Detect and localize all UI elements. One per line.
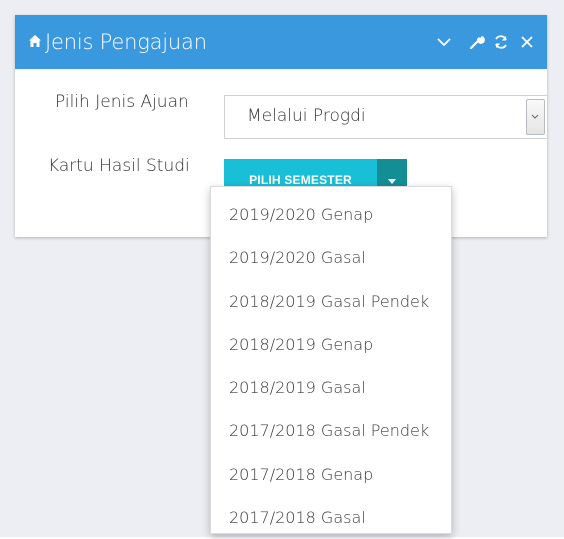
khs-label: Kartu Hasil Studi [48, 156, 190, 176]
jenis-ajuan-value: Melalui Progdi [247, 106, 366, 126]
chevron-down-icon[interactable] [435, 33, 453, 51]
jenis-ajuan-label: Pilih Jenis Ajuan [55, 92, 189, 112]
semester-option[interactable]: 2019/2020 Genap [211, 193, 451, 236]
semester-option[interactable]: 2018/2019 Gasal Pendek [211, 280, 451, 323]
semester-option[interactable]: 2017/2018 Gasal Pendek [211, 409, 451, 452]
semester-option[interactable]: 2018/2019 Genap [211, 323, 451, 366]
semester-dropdown-menu: 2019/2020 Genap 2019/2020 Gasal 2018/201… [210, 186, 452, 534]
semester-option[interactable]: 2017/2018 Genap [211, 453, 451, 496]
panel-header: Jenis Pengajuan [15, 15, 547, 69]
semester-option[interactable]: 2018/2019 Gasal [211, 366, 451, 409]
panel-title: Jenis Pengajuan [45, 30, 207, 54]
chevron-down-icon[interactable] [526, 99, 545, 135]
home-icon [28, 34, 42, 48]
caret-down-icon [388, 179, 396, 184]
refresh-icon[interactable] [492, 33, 510, 51]
close-icon[interactable] [518, 33, 536, 51]
semester-option[interactable]: 2019/2020 Gasal [211, 236, 451, 279]
wrench-icon[interactable] [468, 33, 486, 51]
semester-option[interactable]: 2017/2018 Gasal [211, 496, 451, 539]
jenis-ajuan-select[interactable]: Melalui Progdi [224, 95, 548, 139]
